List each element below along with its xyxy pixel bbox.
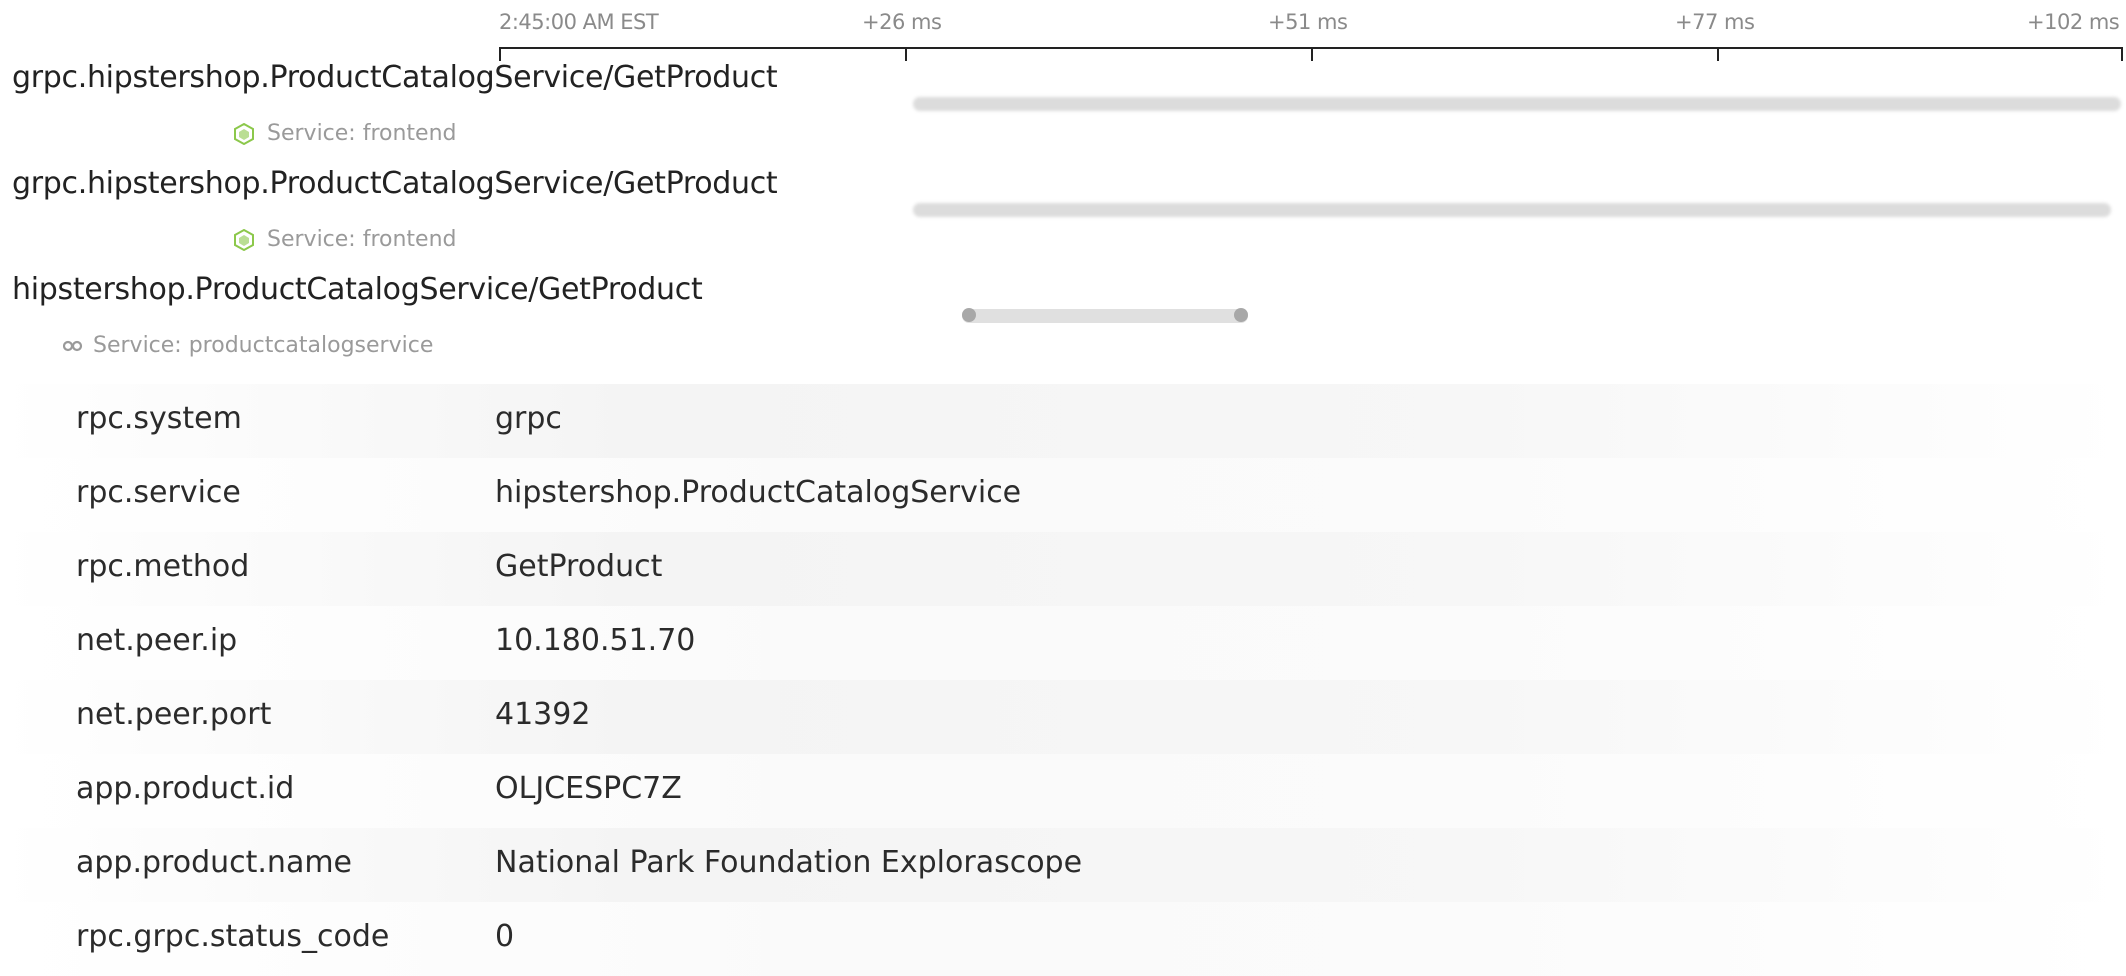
attribute-key: rpc.system [76,401,242,436]
span-name[interactable]: grpc.hipstershop.ProductCatalogService/G… [12,166,778,201]
span-service: Service: frontend [233,121,457,146]
nodejs-icon [233,228,255,251]
timeline-tick-label: +102 ms [2027,10,2120,34]
nodejs-icon [233,122,255,145]
attribute-key: rpc.method [76,549,250,584]
attribute-row: app.product.id OLJCESPC7Z [0,754,2126,828]
timeline-tick [1717,47,1719,61]
attribute-key: app.product.name [76,845,353,880]
span-bar[interactable] [962,308,1248,323]
attribute-value: hipstershop.ProductCatalogService [495,475,1022,510]
span-bar[interactable] [913,97,2121,111]
attribute-value: 0 [495,919,515,954]
attribute-row: net.peer.port 41392 [0,680,2126,754]
span-bar-end-dot [1234,308,1248,322]
span-bar[interactable] [913,203,2111,217]
attribute-row: rpc.service hipstershop.ProductCatalogSe… [0,458,2126,532]
timeline-tick-label: +51 ms [1268,10,1348,34]
attribute-key: rpc.service [76,475,241,510]
span-name[interactable]: hipstershop.ProductCatalogService/GetPro… [12,272,703,307]
attribute-value: 10.180.51.70 [495,623,696,658]
attribute-value: grpc [495,401,562,436]
attribute-key: net.peer.ip [76,623,238,658]
attribute-value: GetProduct [495,549,663,584]
span-service-label: Service: productcatalogservice [93,333,434,358]
timeline-tick [905,47,907,61]
attribute-row: rpc.method GetProduct [0,532,2126,606]
attribute-row: app.product.name National Park Foundatio… [0,828,2126,902]
timeline-tick [499,47,501,61]
timeline-tick-label: +26 ms [862,10,942,34]
span-service: Service: frontend [233,227,457,252]
attribute-value: 41392 [495,697,591,732]
span-service-label: Service: frontend [267,121,457,146]
span-service: Service: productcatalogservice [63,333,433,358]
span-service-label: Service: frontend [267,227,457,252]
attribute-value: National Park Foundation Explorascope [495,845,1083,880]
span-bar-start-dot [962,308,976,322]
attribute-key: rpc.grpc.status_code [76,919,390,954]
timeline-tick [2121,47,2123,61]
timeline-tick-label: +77 ms [1675,10,1755,34]
attribute-value: OLJCESPC7Z [495,771,682,806]
attribute-key: net.peer.port [76,697,272,732]
attribute-row: rpc.system grpc [0,384,2126,458]
timeline-tick [1311,47,1313,61]
span-attributes-table: rpc.system grpc rpc.service hipstershop.… [0,384,2126,976]
span-name[interactable]: grpc.hipstershop.ProductCatalogService/G… [12,60,778,95]
timeline-start-label: 2:45:00 AM EST [499,10,659,34]
attribute-row: rpc.grpc.status_code 0 [0,902,2126,976]
attribute-key: app.product.id [76,771,295,806]
attribute-row: net.peer.ip 10.180.51.70 [0,606,2126,680]
go-icon [63,335,83,357]
